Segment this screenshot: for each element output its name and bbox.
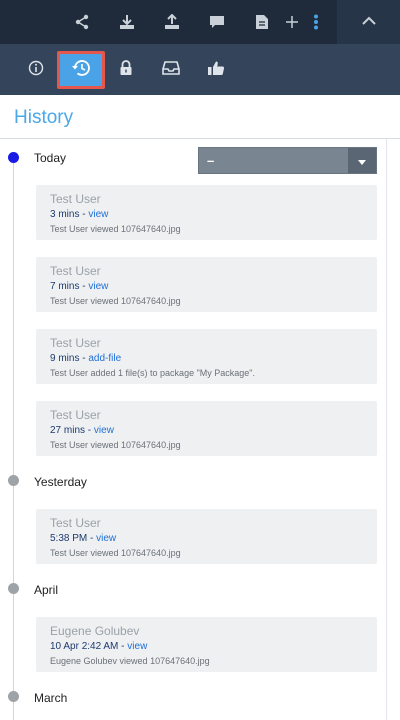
entry-action-link[interactable]: view — [127, 641, 147, 652]
entry-action-link[interactable]: view — [96, 533, 116, 544]
scroll-gutter — [386, 139, 387, 720]
entry-description: Test User added 1 file(s) to package "My… — [50, 368, 255, 378]
group-label-march: March — [34, 691, 68, 705]
entry-action-link[interactable]: add-file — [88, 353, 121, 364]
filter-dropdown-button[interactable] — [348, 148, 376, 173]
history-entry: Test User 7 mins - view Test User viewed… — [36, 257, 377, 312]
tab-info[interactable] — [18, 52, 54, 88]
entry-separator: - — [118, 641, 128, 652]
tab-permissions[interactable] — [108, 52, 144, 88]
entry-time: 10 Apr 2:42 AM — [50, 641, 119, 652]
group-label-yesterday: Yesterday — [34, 475, 87, 489]
entry-description: Eugene Golubev viewed 107647640.jpg — [50, 656, 210, 666]
history-entry: Test User 27 mins - view Test User viewe… — [36, 401, 377, 456]
entry-separator: - — [87, 533, 97, 544]
entry-time: 27 mins — [50, 425, 86, 436]
timeline-dot — [8, 475, 19, 486]
history-entry: Eugene Golubev 10 Apr 2:42 AM - view Eug… — [36, 617, 377, 672]
entry-description: Test User viewed 107647640.jpg — [50, 440, 181, 450]
entry-meta: 3 mins - view — [50, 207, 377, 223]
collapse-button[interactable] — [337, 0, 400, 44]
upload-icon[interactable] — [162, 12, 182, 32]
group-label-april: April — [34, 583, 59, 597]
inbox-icon — [162, 60, 180, 80]
entry-action-link[interactable]: view — [88, 281, 108, 292]
entry-description: Test User viewed 107647640.jpg — [50, 224, 181, 234]
entry-user: Test User — [50, 264, 101, 278]
entry-time: 9 mins — [50, 353, 80, 364]
entry-meta: 7 mins - view — [50, 279, 377, 295]
entry-meta: 27 mins - view — [50, 423, 377, 439]
history-filter-select[interactable]: – — [198, 147, 377, 174]
entry-meta: 9 mins - add-file — [50, 351, 377, 367]
timeline-dot-current — [8, 152, 19, 163]
entry-meta: 10 Apr 2:42 AM - view — [50, 639, 377, 655]
entry-action-link[interactable]: view — [88, 209, 108, 220]
entry-description: Test User viewed 107647640.jpg — [50, 548, 181, 558]
history-entry: Test User 3 mins - view Test User viewed… — [36, 185, 377, 240]
caret-down-icon — [358, 152, 366, 170]
info-icon — [28, 60, 44, 81]
entry-user: Test User — [50, 516, 101, 530]
entry-time: 7 mins — [50, 281, 80, 292]
comment-icon[interactable] — [207, 12, 227, 32]
entry-meta: 5:38 PM - view — [50, 531, 377, 547]
document-icon[interactable] — [252, 12, 272, 32]
entry-separator: - — [79, 281, 89, 292]
tab-history[interactable] — [57, 51, 105, 89]
entry-time: 5:38 PM — [50, 533, 88, 544]
entry-time: 3 mins — [50, 209, 80, 220]
entry-separator: - — [85, 425, 94, 436]
entry-user: Eugene Golubev — [50, 624, 140, 638]
page-title: History — [14, 107, 74, 128]
tab-inbox[interactable] — [153, 52, 189, 88]
entry-description: Test User viewed 107647640.jpg — [50, 296, 181, 306]
filter-selected-value: – — [207, 153, 215, 168]
more-vertical-icon[interactable] — [306, 12, 326, 32]
lock-icon — [119, 59, 133, 81]
entry-separator: - — [79, 209, 89, 220]
thumbs-up-icon — [207, 60, 225, 81]
entry-action-link[interactable]: view — [94, 425, 114, 436]
timeline-dot — [8, 583, 19, 594]
entry-user: Test User — [50, 408, 101, 422]
share-icon[interactable] — [72, 12, 92, 32]
panel-tab-bar — [0, 44, 400, 95]
entry-user: Test User — [50, 336, 101, 350]
timeline-line — [13, 156, 14, 720]
entry-user: Test User — [50, 192, 101, 206]
group-label-today: Today — [34, 151, 67, 165]
plus-icon[interactable] — [282, 12, 302, 32]
history-entry: Test User 5:38 PM - view Test User viewe… — [36, 509, 377, 564]
tab-approval[interactable] — [198, 52, 234, 88]
history-entry: Test User 9 mins - add-file Test User ad… — [36, 329, 377, 384]
panel-header: History — [0, 95, 400, 139]
history-icon — [71, 59, 91, 82]
download-icon[interactable] — [117, 12, 137, 32]
chevron-up-icon — [361, 13, 376, 31]
timeline-dot — [8, 691, 19, 702]
entry-separator: - — [79, 353, 89, 364]
top-toolbar — [0, 0, 400, 44]
